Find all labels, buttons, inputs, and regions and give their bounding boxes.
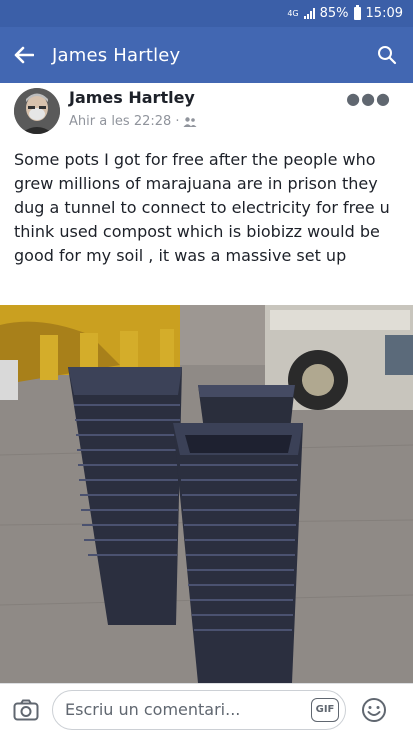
comment-placeholder: Escriu un comentari... — [65, 700, 241, 719]
emoji-icon[interactable] — [346, 684, 402, 735]
search-icon[interactable] — [361, 27, 413, 83]
battery-percent: 85% — [319, 6, 349, 21]
post-timestamp[interactable]: Ahir a les 22:28 — [69, 114, 171, 129]
status-bar: 4G 85% 15:09 — [0, 0, 413, 27]
clock: 15:09 — [365, 6, 403, 21]
more-options-icon[interactable]: ●●● — [346, 89, 391, 108]
post-photo[interactable] — [0, 305, 413, 683]
battery-icon — [353, 5, 361, 20]
gif-icon[interactable]: GIF — [311, 697, 339, 722]
comment-input[interactable]: Escriu un comentari... GIF — [52, 689, 346, 730]
back-arrow-icon[interactable] — [0, 27, 48, 83]
avatar[interactable] — [14, 88, 60, 134]
camera-icon[interactable] — [0, 684, 52, 735]
post-text: Some pots I got for free after the peopl… — [14, 150, 390, 265]
author-name[interactable]: James Hartley — [69, 88, 195, 107]
network-indicator: 4G — [287, 8, 299, 18]
signal-icon — [303, 8, 315, 19]
page-title: James Hartley — [52, 44, 181, 66]
post-meta: Ahir a les 22:28 · — [69, 114, 197, 129]
app-bar: James Hartley — [0, 27, 413, 83]
post-header: James Hartley Ahir a les 22:28 · ●●● — [0, 83, 413, 143]
comment-bar: Escriu un comentari... GIF — [0, 683, 413, 735]
separator-dot: · — [175, 114, 180, 129]
friends-icon — [183, 116, 197, 127]
